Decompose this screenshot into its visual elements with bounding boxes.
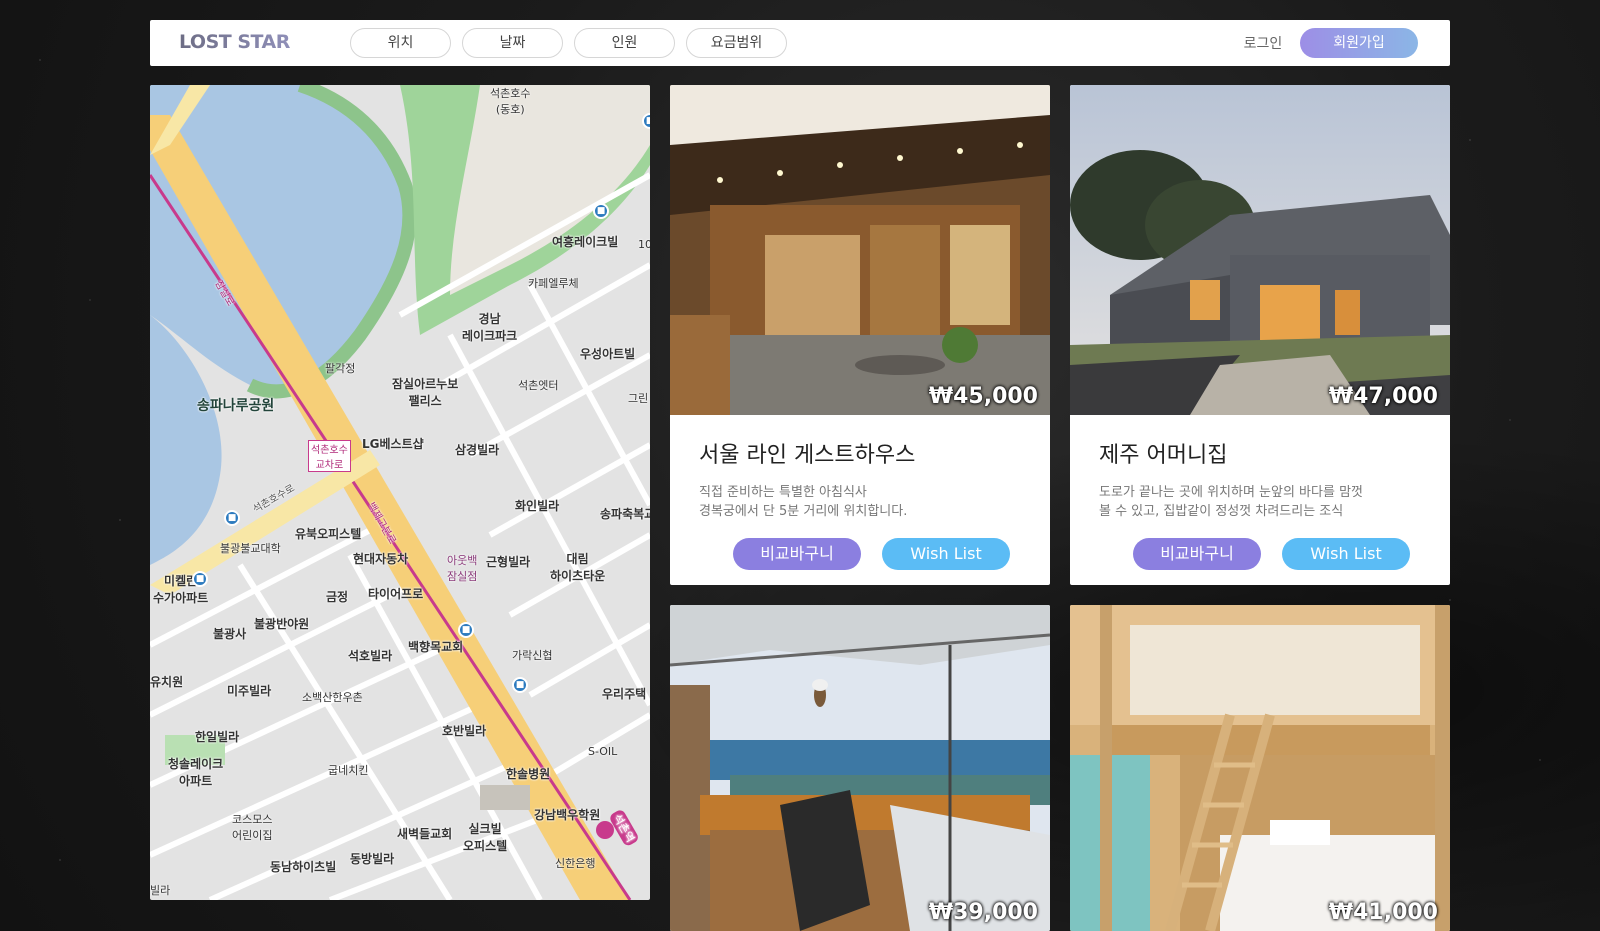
filter-date-button[interactable]: 날짜	[462, 28, 563, 58]
map-label: 불광사	[213, 627, 247, 641]
price-label: ₩45,000	[928, 384, 1038, 409]
map-label: 카페엘루체	[528, 277, 579, 290]
map-label: 강남백우학원	[534, 808, 601, 822]
filter-guests-button[interactable]: 인원	[574, 28, 675, 58]
listing-title[interactable]: 제주 어머니집	[1099, 437, 1227, 469]
map-label: 한솔병원	[506, 767, 551, 781]
map-label: 우리주택	[602, 687, 647, 701]
bus-stop-icon[interactable]: ■	[224, 510, 240, 526]
map-label: 유치원	[150, 675, 184, 689]
map-label: 유북오피스텔	[295, 527, 362, 541]
listing-photo-hanok[interactable]: ₩45,000	[670, 85, 1050, 415]
map-label: 근형빌라	[486, 555, 531, 569]
map-label: 석촌엣터	[518, 379, 559, 392]
map-label: S-OIL	[588, 745, 618, 758]
map-label: 코스모스 어린이집	[232, 813, 273, 842]
bus-stop-icon[interactable]: ■	[192, 571, 208, 587]
listing-description: 도로가 끝나는 곳에 위치하며 눈앞의 바다를 맘껏 볼 수 있고, 집밥같이 …	[1099, 485, 1363, 519]
map-label: 현대자동차	[353, 552, 409, 566]
listing-card[interactable]: ₩47,000 제주 어머니집 도로가 끝나는 곳에 위치하며 눈앞의 바다를 …	[1070, 85, 1450, 585]
price-label: ₩41,000	[1328, 900, 1438, 925]
wish-list-button[interactable]: Wish List	[882, 538, 1010, 570]
map-label: 굽네치킨	[328, 764, 369, 777]
map-label: 석촌호수 (동호)	[490, 87, 531, 116]
map-label: 호반빌라	[442, 724, 487, 738]
map-label: 가락신협	[512, 649, 553, 662]
map-label: 불광반야원	[254, 617, 310, 631]
map-view[interactable]: 석촌호수 (동호) 여흥레이크빌 카페엘루체 경남 레이크파크 우성아트빌 팔각…	[150, 85, 650, 900]
signup-button[interactable]: 회원가입	[1300, 28, 1418, 58]
map-label: 경남 레이크파크	[462, 312, 518, 343]
logo[interactable]: LOST STAR	[179, 31, 290, 53]
map-label: 금정	[326, 590, 349, 604]
login-link[interactable]: 로그인	[1238, 33, 1288, 53]
price-label: ₩39,000	[928, 900, 1038, 925]
map-graphic	[150, 85, 650, 900]
wish-list-button[interactable]: Wish List	[1282, 538, 1410, 570]
map-label: 송파축복교	[600, 507, 650, 521]
map-label: 새벽들교회	[397, 827, 453, 841]
listing-photo-seaside-terrace[interactable]: ₩39,000	[670, 605, 1050, 931]
map-label: 10	[638, 238, 650, 251]
map-label-park: 송파나루공원	[197, 398, 275, 414]
map-label: 불광불교대학	[220, 542, 281, 555]
listing-photo-stone-house[interactable]: ₩47,000	[1070, 85, 1450, 415]
map-label: 잠실아르누보 팰리스	[392, 377, 459, 408]
map-label: 신한은행	[555, 857, 596, 870]
map-label: 팔각정	[325, 362, 356, 375]
map-label: 화인빌라	[515, 499, 560, 513]
map-label: 한일빌라	[195, 730, 240, 744]
map-label: 삼경빌라	[455, 443, 500, 457]
map-label: 동남하이츠빌	[270, 860, 337, 874]
map-label: 소백산한우촌	[302, 691, 363, 704]
map-label: 그린	[628, 392, 649, 405]
bus-stop-icon[interactable]: ■	[593, 203, 609, 219]
map-label: 타이어프로	[368, 587, 424, 601]
map-label: 석호빌라	[348, 649, 393, 663]
map-label: 빌라	[150, 884, 171, 897]
compare-cart-button[interactable]: 비교바구니	[1133, 538, 1261, 570]
listing-description: 직접 준비하는 특별한 아침식사 경복궁에서 단 5분 거리에 위치합니다.	[699, 485, 908, 519]
listing-card[interactable]: ₩39,000	[670, 605, 1050, 931]
map-label: 동방빌라	[350, 852, 395, 866]
compare-cart-button[interactable]: 비교바구니	[733, 538, 861, 570]
listing-title[interactable]: 서울 라인 게스트하우스	[699, 437, 915, 469]
bus-stop-icon[interactable]: ■	[512, 677, 528, 693]
map-label: 아웃백 잠실점	[447, 554, 478, 583]
map-label: 실크빌 오피스텔	[463, 822, 508, 853]
bus-stop-icon[interactable]: ■	[458, 622, 474, 638]
filter-location-button[interactable]: 위치	[350, 28, 451, 58]
map-label: 대림 하이츠타운	[550, 552, 606, 583]
filter-price-range-button[interactable]: 요금범위	[686, 28, 787, 58]
map-label: 청솔레이크 아파트	[168, 757, 224, 788]
listing-card[interactable]: ₩41,000	[1070, 605, 1450, 931]
map-label: LG베스트샵	[362, 437, 424, 451]
map-label: 우성아트빌	[580, 347, 636, 361]
map-label: 미주빌라	[227, 684, 272, 698]
map-label: 백향목교회	[408, 640, 464, 654]
top-navigation-bar: LOST STAR 위치 날짜 인원 요금범위 로그인 회원가입	[150, 20, 1450, 66]
map-label: 여흥레이크빌	[552, 235, 619, 249]
listing-card[interactable]: ₩45,000 서울 라인 게스트하우스 직접 준비하는 특별한 아침식사 경복…	[670, 85, 1050, 585]
listing-photo-bunk-room[interactable]: ₩41,000	[1070, 605, 1450, 931]
price-label: ₩47,000	[1328, 384, 1438, 409]
map-label-intersection: 석촌호수 교차로	[308, 440, 351, 472]
